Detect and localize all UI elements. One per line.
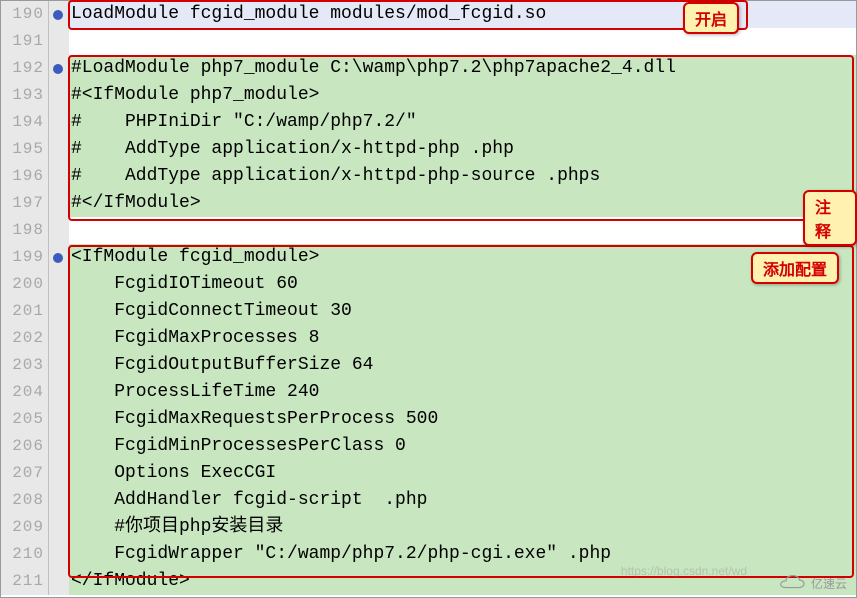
bookmark-gutter bbox=[49, 352, 69, 379]
bookmark-gutter bbox=[49, 136, 69, 163]
code-line: 203 FcgidOutputBufferSize 64 bbox=[1, 352, 856, 379]
code-text: FcgidMinProcessesPerClass 0 bbox=[69, 433, 856, 460]
line-number: 208 bbox=[1, 487, 49, 514]
code-text: FcgidMaxRequestsPerProcess 500 bbox=[69, 406, 856, 433]
code-line: 205 FcgidMaxRequestsPerProcess 500 bbox=[1, 406, 856, 433]
line-number: 191 bbox=[1, 28, 49, 55]
code-line: 209 #你项目php安装目录 bbox=[1, 514, 856, 541]
line-number: 198 bbox=[1, 217, 49, 244]
code-line: 208 AddHandler fcgid-script .php bbox=[1, 487, 856, 514]
line-number: 204 bbox=[1, 379, 49, 406]
bookmark-gutter bbox=[49, 487, 69, 514]
code-line: 201 FcgidConnectTimeout 30 bbox=[1, 298, 856, 325]
code-text: FcgidOutputBufferSize 64 bbox=[69, 352, 856, 379]
code-line: 195 # AddType application/x-httpd-php .ph… bbox=[1, 136, 856, 163]
code-text: LoadModule fcgid_module modules/mod_fcgi… bbox=[69, 1, 856, 28]
code-line: 210 FcgidWrapper "C:/wamp/php7.2/php-cgi… bbox=[1, 541, 856, 568]
line-number: 207 bbox=[1, 460, 49, 487]
line-number: 190 bbox=[1, 1, 49, 28]
bookmark-dot-icon bbox=[49, 244, 69, 271]
bookmark-gutter bbox=[49, 514, 69, 541]
code-text: ProcessLifeTime 240 bbox=[69, 379, 856, 406]
code-text: FcgidIOTimeout 60 bbox=[69, 271, 856, 298]
code-line: 190 LoadModule fcgid_module modules/mod_f… bbox=[1, 1, 856, 28]
bookmark-gutter bbox=[49, 379, 69, 406]
bookmark-gutter bbox=[49, 433, 69, 460]
line-number: 195 bbox=[1, 136, 49, 163]
code-text: <IfModule fcgid_module> bbox=[69, 244, 856, 271]
code-line: 192 #LoadModule php7_module C:\wamp\php7.… bbox=[1, 55, 856, 82]
code-text bbox=[69, 217, 856, 244]
bookmark-gutter bbox=[49, 82, 69, 109]
code-text: #你项目php安装目录 bbox=[69, 514, 856, 541]
line-number: 209 bbox=[1, 514, 49, 541]
bookmark-gutter bbox=[49, 109, 69, 136]
code-line: 194 # PHPIniDir "C:/wamp/php7.2/" bbox=[1, 109, 856, 136]
line-number: 203 bbox=[1, 352, 49, 379]
bookmark-gutter bbox=[49, 28, 69, 55]
bookmark-dot-icon bbox=[49, 55, 69, 82]
code-editor: 190 LoadModule fcgid_module modules/mod_f… bbox=[0, 0, 857, 598]
code-line: 196 # AddType application/x-httpd-php-sou… bbox=[1, 163, 856, 190]
code-text: </IfModule> bbox=[69, 568, 856, 595]
line-number: 196 bbox=[1, 163, 49, 190]
bookmark-gutter bbox=[49, 217, 69, 244]
line-number: 192 bbox=[1, 55, 49, 82]
code-text: FcgidWrapper "C:/wamp/php7.2/php-cgi.exe… bbox=[69, 541, 856, 568]
line-number: 200 bbox=[1, 271, 49, 298]
code-text: #<IfModule php7_module> bbox=[69, 82, 856, 109]
bookmark-gutter bbox=[49, 271, 69, 298]
bookmark-gutter bbox=[49, 325, 69, 352]
bookmark-gutter bbox=[49, 298, 69, 325]
bookmark-gutter bbox=[49, 541, 69, 568]
code-line: 211 </IfModule> bbox=[1, 568, 856, 595]
code-text: # AddType application/x-httpd-php-source… bbox=[69, 163, 856, 190]
code-line: 204 ProcessLifeTime 240 bbox=[1, 379, 856, 406]
code-line: 200 FcgidIOTimeout 60 bbox=[1, 271, 856, 298]
code-line: 193 #<IfModule php7_module> bbox=[1, 82, 856, 109]
code-text bbox=[69, 28, 856, 55]
code-line: 191 bbox=[1, 28, 856, 55]
line-number: 194 bbox=[1, 109, 49, 136]
code-text: AddHandler fcgid-script .php bbox=[69, 487, 856, 514]
code-line: 207 Options ExecCGI bbox=[1, 460, 856, 487]
bookmark-gutter bbox=[49, 568, 69, 595]
bookmark-gutter bbox=[49, 190, 69, 217]
code-text: #LoadModule php7_module C:\wamp\php7.2\p… bbox=[69, 55, 856, 82]
code-line: 197 #</IfModule> bbox=[1, 190, 856, 217]
code-text: # AddType application/x-httpd-php .php bbox=[69, 136, 856, 163]
line-number: 197 bbox=[1, 190, 49, 217]
line-number: 193 bbox=[1, 82, 49, 109]
line-number: 202 bbox=[1, 325, 49, 352]
code-text: Options ExecCGI bbox=[69, 460, 856, 487]
bookmark-gutter bbox=[49, 163, 69, 190]
code-text: #</IfModule> bbox=[69, 190, 856, 217]
line-number: 206 bbox=[1, 433, 49, 460]
bookmark-dot-icon bbox=[49, 1, 69, 28]
line-number: 205 bbox=[1, 406, 49, 433]
line-number: 199 bbox=[1, 244, 49, 271]
line-number: 201 bbox=[1, 298, 49, 325]
line-number: 211 bbox=[1, 568, 49, 595]
code-text: FcgidConnectTimeout 30 bbox=[69, 298, 856, 325]
code-line: 202 FcgidMaxProcesses 8 bbox=[1, 325, 856, 352]
bookmark-gutter bbox=[49, 460, 69, 487]
line-number: 210 bbox=[1, 541, 49, 568]
code-text: FcgidMaxProcesses 8 bbox=[69, 325, 856, 352]
code-line: 206 FcgidMinProcessesPerClass 0 bbox=[1, 433, 856, 460]
code-line: 199 <IfModule fcgid_module> bbox=[1, 244, 856, 271]
code-text: # PHPIniDir "C:/wamp/php7.2/" bbox=[69, 109, 856, 136]
code-line: 198 bbox=[1, 217, 856, 244]
bookmark-gutter bbox=[49, 406, 69, 433]
